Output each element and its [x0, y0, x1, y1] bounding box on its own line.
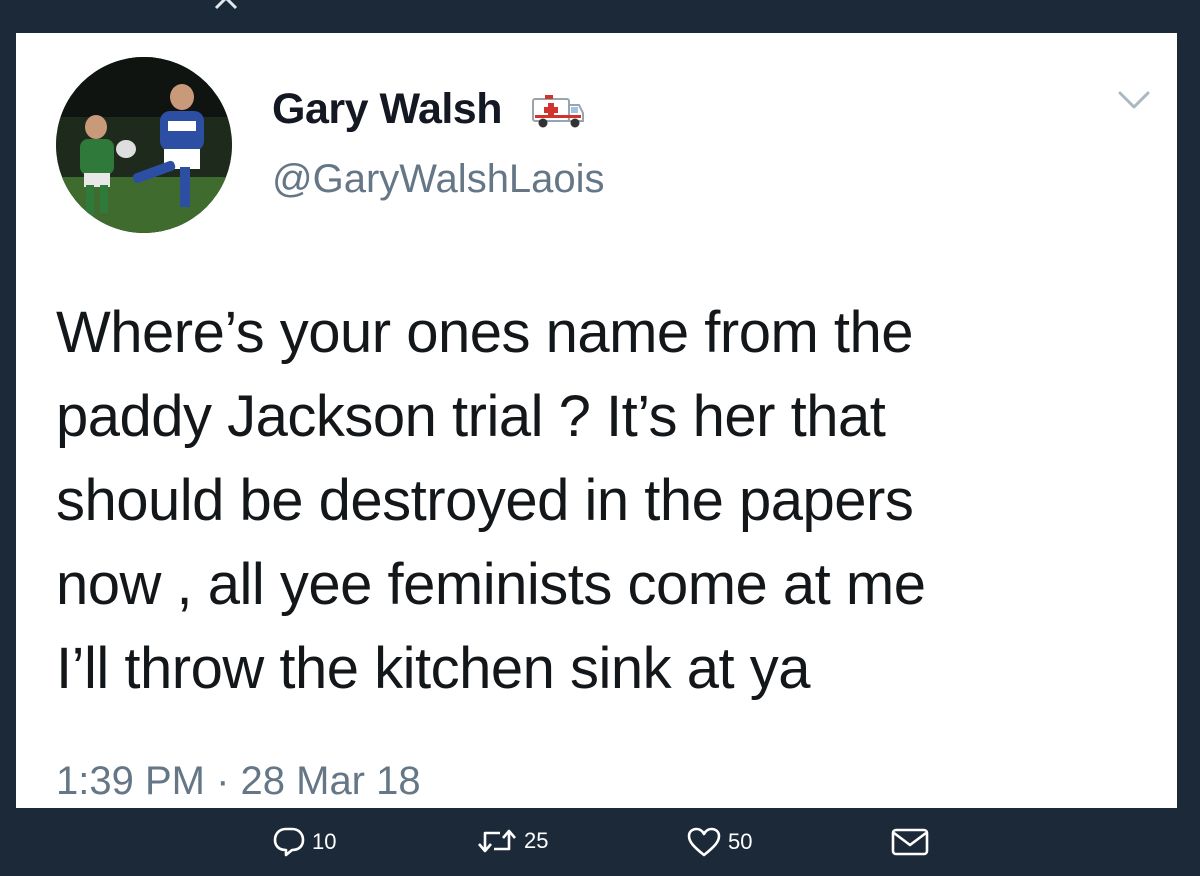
- reply-icon: [273, 827, 305, 857]
- reply-button[interactable]: 10: [272, 826, 336, 858]
- close-icon[interactable]: [212, 0, 240, 12]
- avatar[interactable]: [56, 57, 232, 233]
- tweet-text-line: I’ll throw the kitchen sink at ya: [56, 636, 810, 701]
- retweet-icon: [478, 829, 516, 853]
- ambulance-icon: [532, 95, 584, 128]
- message-button[interactable]: [890, 826, 930, 858]
- tweet-text-line: Where’s your ones name from the: [56, 300, 914, 365]
- tweet-text-line: now , all yee feminists come at me: [56, 552, 926, 617]
- like-button[interactable]: 50: [686, 826, 752, 858]
- like-count: 50: [728, 829, 753, 854]
- author-handle[interactable]: @GaryWalshLaois: [272, 157, 605, 202]
- heart-icon: [687, 827, 721, 857]
- tweet-text-line: paddy Jackson trial ? It’s her that: [56, 384, 886, 449]
- action-bar: 10 25 50: [0, 808, 1200, 876]
- reply-count: 10: [312, 829, 337, 854]
- tweet-viewer: Gary Walsh @GaryWalshLaois Where’s your …: [0, 0, 1200, 876]
- chevron-down-icon[interactable]: [1116, 87, 1152, 113]
- tweet-text-line: should be destroyed in the papers: [56, 468, 914, 533]
- retweet-count: 25: [524, 828, 549, 853]
- envelope-icon: [891, 828, 929, 856]
- tweet-card: Gary Walsh @GaryWalshLaois Where’s your …: [16, 33, 1177, 808]
- retweet-button[interactable]: 25: [476, 826, 548, 856]
- tweet-timestamp[interactable]: 1:39 PM · 28 Mar 18: [56, 759, 421, 804]
- tweet-text: Where’s your ones name from the paddy Ja…: [56, 291, 1166, 711]
- author-display-name[interactable]: Gary Walsh: [272, 85, 503, 134]
